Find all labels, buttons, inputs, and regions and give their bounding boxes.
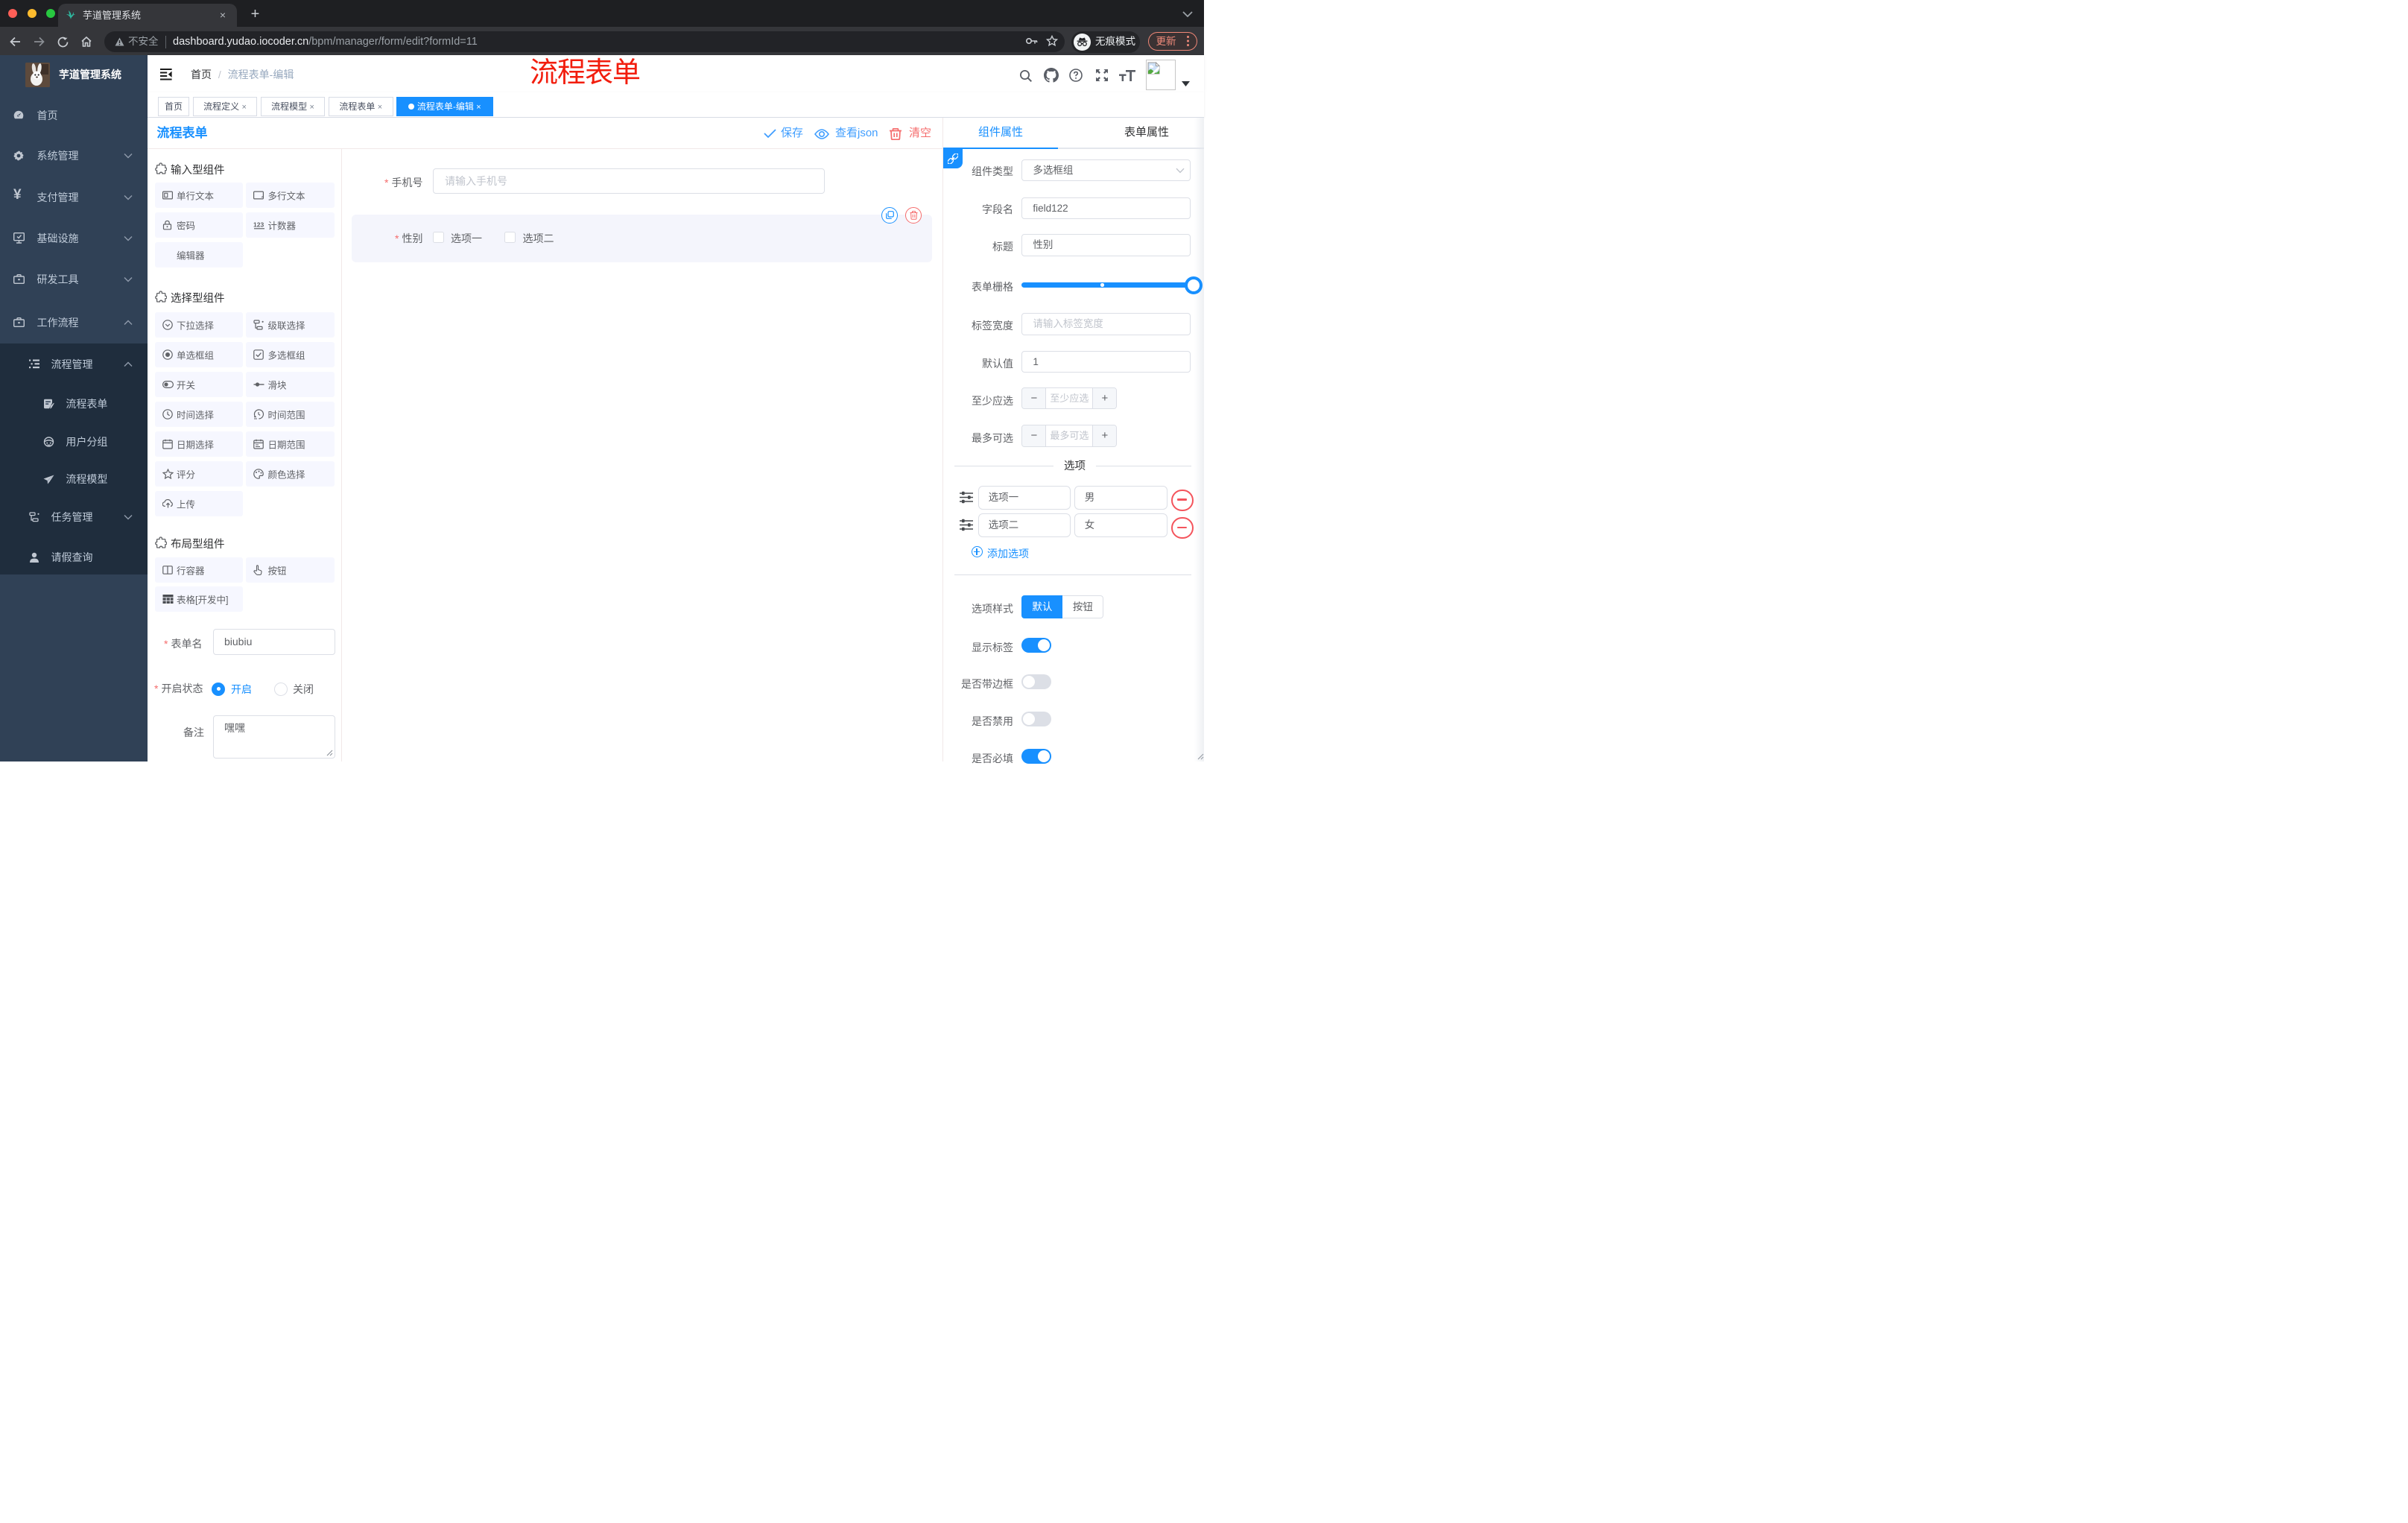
svg-text:123: 123	[253, 221, 264, 228]
